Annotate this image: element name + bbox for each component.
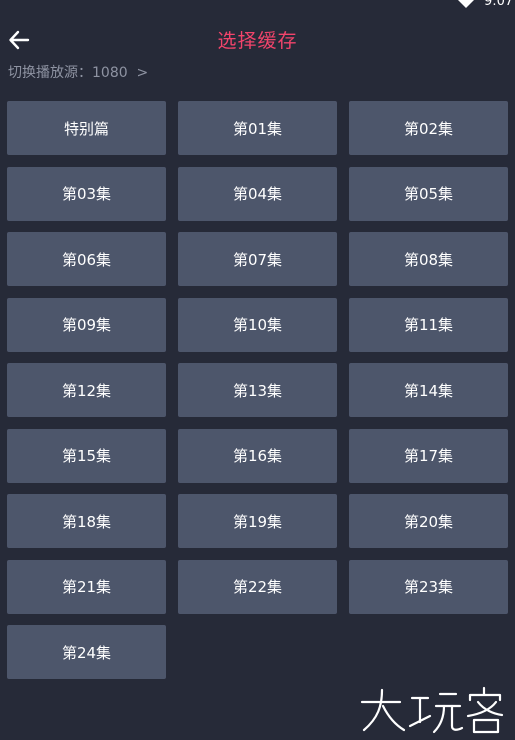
episode-grid: 特别篇 第01集 第02集 第03集 第04集 第05集 第06集 第07集 第08集 第09集第… [7,101,508,679]
status-time: 9:07 [484,0,514,9]
episode-button[interactable]: 第05集 [349,166,508,221]
chevron-right-icon: > [136,65,149,81]
episode-button[interactable]: 第23集 [349,559,508,614]
episode-button[interactable]: 第04集 [178,166,337,221]
source-value: 1080 [92,65,128,81]
header: 选择缓存 [0,22,515,56]
episode-button[interactable]: 第16集 [178,428,337,483]
episode-button[interactable]: 第03集 [7,166,166,221]
status-bar: 9:07 [0,0,515,12]
episode-button[interactable]: 第24集 [7,625,166,679]
episode-button[interactable]: 第11集 [349,297,508,352]
episode-button[interactable]: 第02集 [349,101,508,155]
episode-button[interactable]: 第18集 [7,494,166,548]
episode-button[interactable]: 第06集 [7,232,166,286]
source-switch[interactable]: 切换播放源：1080 > [8,62,148,82]
episode-button[interactable]: 第07集 [178,232,337,286]
episode-button[interactable]: 特别篇 [7,101,166,155]
episode-button[interactable]: 第17集 [349,428,508,483]
episode-button[interactable]: 第20集 [349,494,508,548]
wifi-icon [458,0,474,8]
episode-button[interactable]: 第14集 [349,363,508,417]
source-label: 切换播放源： [8,65,92,81]
episode-button[interactable]: 第21集 [7,559,166,614]
episode-button[interactable]: 第12集 [7,363,166,417]
watermark-logo [360,686,504,734]
page-title: 选择缓存 [217,30,298,52]
episode-button[interactable]: 第01集 [178,101,337,155]
episode-button[interactable]: 第19集 [178,494,337,548]
episode-button[interactable]: 第15集 [7,428,166,483]
episode-button[interactable]: 第10集 [178,297,337,352]
episode-button[interactable]: 第08集 [349,232,508,286]
episode-button[interactable]: 第22集 [178,559,337,614]
episode-button[interactable]: 第13集 [178,363,337,417]
episode-button[interactable]: 第09集 [7,297,166,352]
